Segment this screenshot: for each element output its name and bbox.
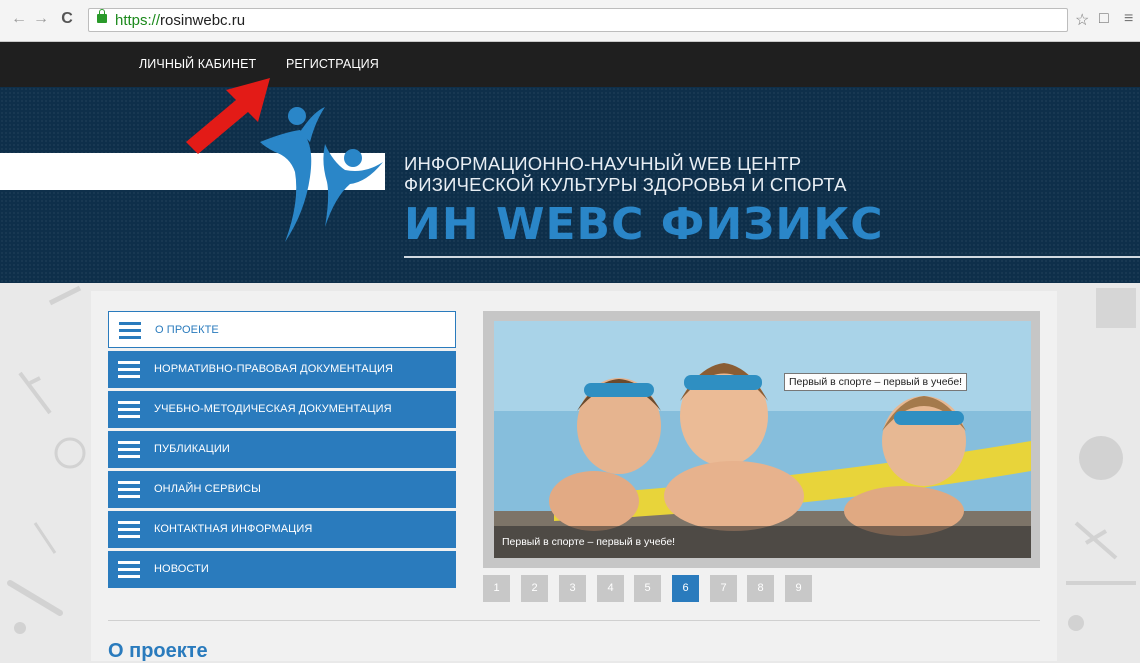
menu-item-label: КОНТАКТНАЯ ИНФОРМАЦИЯ: [154, 523, 313, 535]
site-banner: ИНФОРМАЦИОННО-НАУЧНЫЙ WEB ЦЕНТР ФИЗИЧЕСК…: [0, 87, 1140, 283]
menu-item-online-services[interactable]: ОНЛАЙН СЕРВИСЫ: [108, 471, 456, 508]
cast-icon[interactable]: □: [1099, 10, 1109, 28]
bookmark-star-icon[interactable]: ☆: [1075, 10, 1089, 30]
menu-item-publications[interactable]: ПУБЛИКАЦИИ: [108, 431, 456, 468]
sports-pattern-right: [1066, 288, 1136, 631]
image-slider: Первый в спорте – первый в учебе! Первый…: [483, 311, 1040, 568]
hamburger-icon: [118, 401, 140, 418]
slider-page-2[interactable]: 2: [521, 575, 548, 602]
url-host: rosinwebc.ru: [160, 12, 246, 29]
url-text: https://rosinwebc.ru: [115, 12, 245, 29]
menu-item-label: ОНЛАЙН СЕРВИСЫ: [154, 483, 261, 495]
lock-icon: [97, 9, 107, 23]
red-arrow-icon: [186, 78, 270, 154]
slider-page-9[interactable]: 9: [785, 575, 812, 602]
menu-item-label: НОРМАТИВНО-ПРАВОВАЯ ДОКУМЕНТАЦИЯ: [154, 363, 394, 375]
menu-item-about[interactable]: О ПРОЕКТЕ: [108, 311, 456, 348]
brand-name: ИН WEBC ФИЗИКС: [404, 199, 884, 250]
slider-page-7[interactable]: 7: [710, 575, 737, 602]
slider-page-3[interactable]: 3: [559, 575, 586, 602]
top-navigation: ЛИЧНЫЙ КАБИНЕТ РЕГИСТРАЦИЯ: [0, 42, 1140, 87]
reload-icon[interactable]: C: [58, 10, 76, 28]
browser-menu-icon[interactable]: ≡: [1124, 10, 1133, 28]
menu-item-label: ПУБЛИКАЦИИ: [154, 443, 230, 455]
url-scheme: https://: [115, 12, 161, 29]
main-content: О ПРОЕКТЕ НОРМАТИВНО-ПРАВОВАЯ ДОКУМЕНТАЦ…: [91, 291, 1057, 662]
section-title: О проекте: [108, 640, 208, 662]
menu-item-label: НОВОСТИ: [154, 563, 209, 575]
banner-tagline: ИНФОРМАЦИОННО-НАУЧНЫЙ WEB ЦЕНТР ФИЗИЧЕСК…: [404, 153, 847, 195]
slider-page-4[interactable]: 4: [597, 575, 624, 602]
section-divider: [108, 620, 1040, 621]
tagline-line-2: ФИЗИЧЕСКОЙ КУЛЬТУРЫ ЗДОРОВЬЯ И СПОРТА: [404, 174, 847, 195]
hamburger-icon: [118, 561, 140, 578]
slider-page-5[interactable]: 5: [634, 575, 661, 602]
forward-icon[interactable]: →: [32, 10, 50, 28]
slide-image[interactable]: Первый в спорте – первый в учебе! Первый…: [494, 321, 1031, 558]
menu-item-news[interactable]: НОВОСТИ: [108, 551, 456, 588]
tagline-line-1: ИНФОРМАЦИОННО-НАУЧНЫЙ WEB ЦЕНТР: [404, 153, 802, 174]
sports-pattern-left: [7, 285, 86, 634]
back-icon[interactable]: ←: [10, 10, 28, 28]
slide-caption: Первый в спорте – первый в учебе!: [502, 536, 676, 548]
hamburger-icon: [118, 481, 140, 498]
menu-item-methodical-docs[interactable]: УЧЕБНО-МЕТОДИЧЕСКАЯ ДОКУМЕНТАЦИЯ: [108, 391, 456, 428]
personal-account-link[interactable]: ЛИЧНЫЙ КАБИНЕТ: [139, 57, 256, 71]
hamburger-icon: [118, 441, 140, 458]
slide-caption-bar: Первый в спорте – первый в учебе!: [494, 526, 1031, 558]
menu-item-contacts[interactable]: КОНТАКТНАЯ ИНФОРМАЦИЯ: [108, 511, 456, 548]
browser-toolbar: ← → C https://rosinwebc.ru ☆ □ ≡: [0, 0, 1140, 42]
slide-tooltip: Первый в спорте – первый в учебе!: [784, 373, 968, 391]
menu-item-label: О ПРОЕКТЕ: [155, 324, 219, 336]
menu-item-legal-docs[interactable]: НОРМАТИВНО-ПРАВОВАЯ ДОКУМЕНТАЦИЯ: [108, 351, 456, 388]
hamburger-icon: [118, 361, 140, 378]
kids-pool-photo: [494, 321, 1031, 558]
registration-link[interactable]: РЕГИСТРАЦИЯ: [286, 57, 379, 71]
slider-page-8[interactable]: 8: [747, 575, 774, 602]
address-bar[interactable]: https://rosinwebc.ru: [88, 8, 1068, 32]
hamburger-icon: [118, 521, 140, 538]
hamburger-icon: [119, 322, 141, 339]
menu-item-label: УЧЕБНО-МЕТОДИЧЕСКАЯ ДОКУМЕНТАЦИЯ: [154, 403, 392, 415]
slider-page-6[interactable]: 6: [672, 575, 699, 602]
slider-page-1[interactable]: 1: [483, 575, 510, 602]
brand-underline: [404, 256, 1140, 258]
